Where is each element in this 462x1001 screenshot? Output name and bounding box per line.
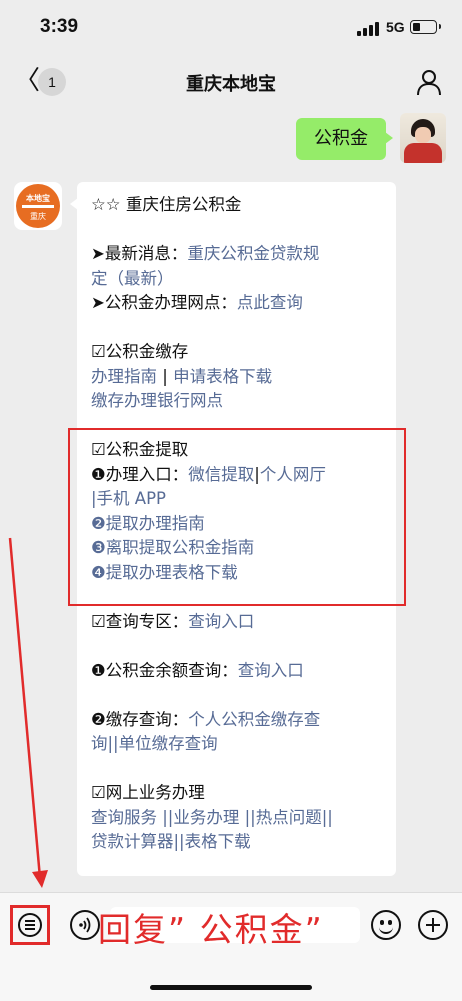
deposit-title: ☑公积金缴存	[91, 342, 189, 361]
online-title: ☑网上业务办理	[91, 783, 205, 802]
status-bar: 3:39 5G	[0, 0, 462, 56]
query-label: ☑查询专区：	[91, 611, 189, 631]
deposit-banks-link[interactable]: 缴存办理银行网点	[91, 391, 223, 410]
outlet-link[interactable]: 点此查询	[237, 293, 303, 312]
emoji-icon[interactable]	[371, 910, 401, 940]
menu-button[interactable]	[10, 905, 50, 945]
highlight-box	[68, 428, 406, 606]
news-link[interactable]: 重庆公积金贷款规	[187, 244, 319, 263]
outgoing-message-bubble[interactable]: 公积金	[296, 118, 393, 160]
deposit-guide-link[interactable]: 办理指南	[91, 367, 157, 386]
chat-header: 〈 1 重庆本地宝	[0, 56, 462, 108]
chat-title: 重庆本地宝	[186, 74, 276, 95]
online-links[interactable]: 查询服务 ||业务办理 ||热点问题||	[91, 808, 333, 827]
news-label: ➤最新消息：	[91, 244, 188, 263]
balance-link[interactable]: 查询入口	[238, 661, 304, 680]
voice-icon[interactable]	[70, 910, 100, 940]
profile-person-icon[interactable]	[416, 68, 442, 96]
battery-icon	[410, 20, 441, 34]
deposit-query-label: ❷缴存查询：	[91, 709, 189, 729]
deposit-separator: |	[157, 366, 174, 386]
online-links-cont[interactable]: 贷款计算器||表格下载	[91, 832, 251, 851]
avatar-city-text: 重庆	[30, 212, 46, 221]
account-avatar[interactable]: 本地宝 重庆	[14, 182, 62, 230]
deposit-query-link[interactable]: 个人公积金缴存查	[188, 710, 320, 729]
avatar-logo-text: 本地宝	[26, 194, 50, 203]
balance-label: ❶公积金余额查询：	[91, 660, 238, 680]
reply-header: ☆☆ 重庆住房公积金	[91, 195, 242, 214]
reply-hint-annotation: 回复” 公积金”	[98, 910, 324, 949]
home-indicator	[150, 985, 312, 990]
user-avatar[interactable]	[400, 113, 446, 163]
plus-icon[interactable]	[418, 910, 448, 940]
network-type: 5G	[386, 19, 405, 35]
outgoing-message-text: 公积金	[314, 128, 368, 149]
query-link[interactable]: 查询入口	[188, 612, 254, 631]
deposit-forms-link[interactable]: 申请表格下载	[173, 367, 272, 386]
news-link-cont[interactable]: 定（最新）	[91, 269, 174, 288]
menu-list-icon	[18, 913, 42, 937]
signal-icon	[357, 22, 379, 36]
outlet-label: ➤公积金办理网点：	[91, 293, 237, 312]
input-toolbar: 回复” 公积金”	[0, 892, 462, 1001]
status-time: 3:39	[40, 16, 79, 37]
deposit-query-link-cont[interactable]: 询||单位缴存查询	[91, 734, 218, 753]
